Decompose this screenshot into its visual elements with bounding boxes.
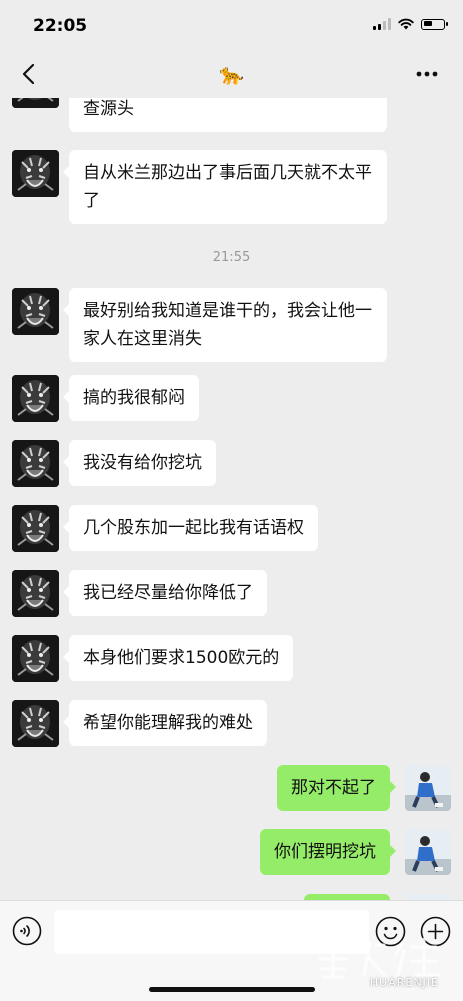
home-indicator <box>149 987 315 992</box>
watermark-site-text: HUARENJIE <box>369 976 439 989</box>
user-avatar[interactable] <box>405 765 451 811</box>
voice-input-icon[interactable] <box>12 916 42 946</box>
chat-message-list[interactable]: 查源头 自从米兰那边出了事后面几天就不太平了 21:55 最好别给我知道是谁干的… <box>0 98 463 900</box>
message-bubble[interactable]: 我已经尽量给你降低了 <box>63 570 267 616</box>
contact-avatar[interactable] <box>12 288 59 335</box>
contact-avatar[interactable] <box>12 700 59 747</box>
message-bubble[interactable]: 本身他们要求1500欧元的 <box>62 635 294 681</box>
message-bubble[interactable]: 我没有给你挖坑 <box>63 440 216 486</box>
contact-avatar[interactable] <box>12 635 59 682</box>
wifi-icon <box>398 18 414 30</box>
message-bubble[interactable]: 几个股东加一起比我有话语权 <box>63 505 318 551</box>
cellular-signal-icon <box>373 18 391 30</box>
leopard-icon: 🐆 <box>219 62 244 86</box>
message-bubble[interactable]: 搞的我很郁闷 <box>63 375 199 421</box>
message-bubble[interactable]: 希望你能理解我的难处 <box>63 700 267 746</box>
contact-avatar[interactable] <box>12 505 59 552</box>
message-bubble[interactable]: 那对不起了 <box>277 765 396 811</box>
message-bubble[interactable]: 自从米兰那边出了事后面几天就不太平了 <box>63 150 387 224</box>
contact-avatar[interactable] <box>12 98 59 108</box>
battery-icon <box>421 18 448 30</box>
status-icons <box>373 18 448 30</box>
status-time: 22:05 <box>33 16 88 36</box>
chat-header: 🐆 <box>0 50 463 98</box>
contact-avatar[interactable] <box>12 375 59 422</box>
message-bubble[interactable]: 你们摆明挖坑 <box>260 829 396 875</box>
status-bar: 22:05 <box>0 0 463 50</box>
contact-avatar[interactable] <box>12 570 59 617</box>
message-bubble[interactable]: 查源头 <box>69 98 387 132</box>
contact-avatar[interactable] <box>12 150 59 197</box>
contact-avatar[interactable] <box>12 440 59 487</box>
user-avatar[interactable] <box>405 829 451 875</box>
message-timestamp: 21:55 <box>212 250 251 265</box>
more-options-icon[interactable] <box>413 62 441 86</box>
chat-title: 🐆 <box>0 62 463 86</box>
message-bubble[interactable]: 最好别给我知道是谁干的，我会让他一家人在这里消失 <box>63 288 387 362</box>
